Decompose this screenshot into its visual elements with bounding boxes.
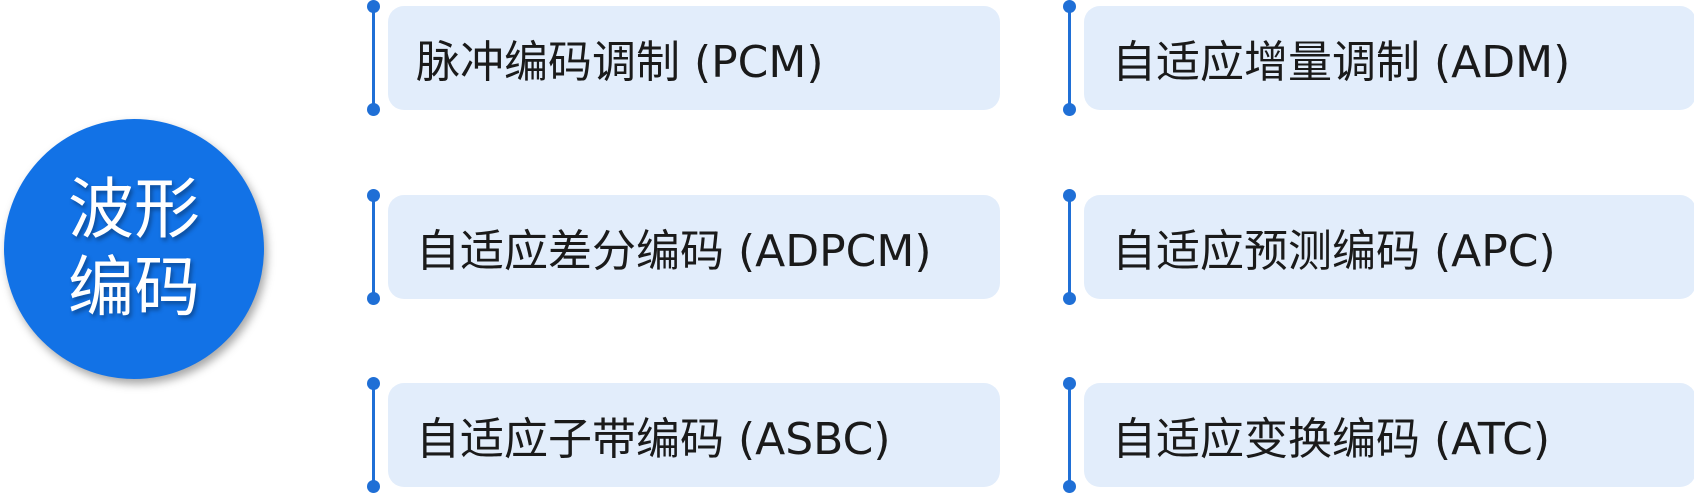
connector-dot-bottom bbox=[1063, 480, 1076, 493]
item-label: 脉冲编码调制 (PCM) bbox=[388, 6, 1000, 110]
connector-dot-bottom bbox=[367, 292, 380, 305]
connector-dot-top bbox=[1063, 189, 1076, 202]
connector-dot-top bbox=[367, 377, 380, 390]
item-label: 自适应增量调制 (ADM) bbox=[1084, 6, 1694, 110]
connector-dot-bottom bbox=[1063, 103, 1076, 116]
item-label: 自适应差分编码 (ADPCM) bbox=[388, 195, 1000, 299]
connector-line bbox=[372, 6, 375, 110]
connector-dot-top bbox=[1063, 377, 1076, 390]
connector-line bbox=[1068, 195, 1071, 299]
connector-line bbox=[1068, 383, 1071, 487]
waveform-coding-hub: 波形编码 bbox=[4, 119, 264, 379]
connector-dot-bottom bbox=[367, 103, 380, 116]
connector-line bbox=[372, 383, 375, 487]
item-label: 自适应变换编码 (ATC) bbox=[1084, 383, 1694, 487]
item-pcm: 脉冲编码调制 (PCM) bbox=[367, 0, 1000, 116]
item-adm: 自适应增量调制 (ADM) bbox=[1063, 0, 1694, 116]
connector-line bbox=[1068, 6, 1071, 110]
connector-dot-top bbox=[367, 189, 380, 202]
item-asbc: 自适应子带编码 (ASBC) bbox=[367, 377, 1000, 493]
hub-label: 波形编码 bbox=[68, 171, 200, 326]
connector-dot-bottom bbox=[367, 480, 380, 493]
connector-line bbox=[372, 195, 375, 299]
item-label: 自适应预测编码 (APC) bbox=[1084, 195, 1694, 299]
connector-dot-top bbox=[1063, 0, 1076, 13]
connector-dot-top bbox=[367, 0, 380, 13]
item-adpcm: 自适应差分编码 (ADPCM) bbox=[367, 189, 1000, 305]
item-atc: 自适应变换编码 (ATC) bbox=[1063, 377, 1694, 493]
item-apc: 自适应预测编码 (APC) bbox=[1063, 189, 1694, 305]
connector-dot-bottom bbox=[1063, 292, 1076, 305]
item-label: 自适应子带编码 (ASBC) bbox=[388, 383, 1000, 487]
